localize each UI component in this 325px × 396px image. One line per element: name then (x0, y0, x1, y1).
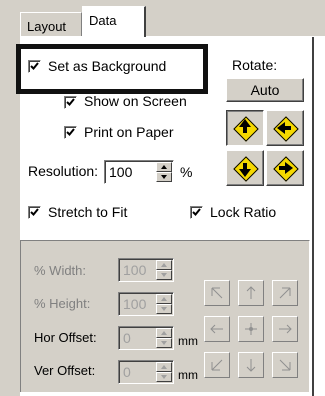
height-spinner[interactable] (156, 294, 172, 314)
resolution-unit: % (180, 164, 193, 180)
arrow-se-icon (279, 359, 291, 371)
print-on-paper-label: Print on Paper (84, 124, 174, 140)
tab-data-label: Data (89, 13, 117, 28)
align-bottom-button[interactable] (238, 352, 264, 378)
align-top-right-button[interactable] (272, 280, 298, 306)
arrow-ne-icon (279, 287, 291, 299)
ver-offset-value: 0 (123, 364, 131, 380)
ver-offset-label: Ver Offset: (34, 363, 96, 378)
rotate-right-icon (279, 162, 293, 174)
rotate-right-button[interactable] (266, 150, 304, 186)
resolution-label: Resolution: (28, 163, 99, 179)
hor-offset-label: Hor Offset: (34, 330, 97, 345)
tab-layout-label: Layout (27, 19, 67, 34)
rotate-up-icon (239, 119, 251, 133)
spin-down-icon[interactable] (156, 338, 172, 348)
align-bottom-right-button[interactable] (272, 352, 298, 378)
resolution-spinner[interactable] (156, 162, 172, 182)
align-right-button[interactable] (272, 316, 298, 342)
show-on-screen-label: Show on Screen (84, 93, 187, 109)
ver-offset-spinner[interactable] (156, 362, 172, 382)
arrow-nw-icon (211, 287, 223, 299)
hor-offset-spinner[interactable] (156, 328, 172, 348)
hor-offset-unit: mm (178, 334, 198, 348)
ver-offset-input[interactable]: 0 (118, 360, 174, 384)
check-icon (192, 208, 201, 216)
arrow-s-icon (246, 359, 256, 372)
hor-offset-value: 0 (123, 330, 131, 346)
resolution-input[interactable]: 100 (104, 160, 174, 184)
rotate-left-icon (277, 122, 291, 134)
print-on-paper-checkbox[interactable] (64, 126, 77, 139)
align-center-button[interactable] (238, 316, 264, 342)
tab-layout[interactable]: Layout (20, 12, 82, 36)
resolution-value: 100 (109, 164, 133, 180)
stretch-to-fit-checkbox[interactable] (28, 206, 41, 219)
align-top-left-button[interactable] (204, 280, 230, 306)
arrow-w-icon (210, 324, 223, 334)
spin-up-icon[interactable] (156, 328, 172, 338)
show-on-screen-checkbox[interactable] (64, 96, 77, 109)
align-bottom-left-button[interactable] (204, 352, 230, 378)
rotate-down-icon (239, 163, 251, 177)
width-value: 100 (123, 262, 147, 278)
arrow-e-icon (279, 324, 292, 334)
tab-data[interactable]: Data (82, 6, 146, 37)
lock-ratio-label: Lock Ratio (210, 204, 277, 220)
width-input[interactable]: 100 (118, 258, 174, 282)
highlight-box (16, 44, 208, 94)
width-label: % Width: (34, 263, 87, 278)
rotate-auto-button[interactable]: Auto (226, 78, 304, 102)
spin-up-icon[interactable] (156, 162, 172, 172)
rotate-label: Rotate: (232, 57, 278, 73)
align-top-button[interactable] (238, 280, 264, 306)
height-label: % Height: (34, 296, 91, 311)
check-icon (66, 98, 75, 106)
panel-right-edge (312, 37, 314, 396)
center-icon (245, 323, 257, 335)
rotate-down-button[interactable] (226, 150, 264, 186)
spin-down-icon[interactable] (156, 372, 172, 382)
arrow-sw-icon (211, 359, 223, 371)
width-spinner[interactable] (156, 260, 172, 280)
rotate-left-button[interactable] (266, 110, 304, 146)
spin-up-icon[interactable] (156, 294, 172, 304)
height-value: 100 (123, 296, 147, 312)
spin-down-icon[interactable] (156, 172, 172, 182)
tab-strip: Layout Data (0, 0, 325, 37)
height-input[interactable]: 100 (118, 292, 174, 316)
rotate-auto-label: Auto (250, 82, 280, 98)
arrow-n-icon (246, 286, 256, 299)
align-left-button[interactable] (204, 316, 230, 342)
lock-ratio-checkbox[interactable] (190, 206, 203, 219)
spin-down-icon[interactable] (156, 304, 172, 314)
check-icon (30, 208, 39, 216)
rotate-up-button[interactable] (226, 110, 264, 146)
spin-down-icon[interactable] (156, 270, 172, 280)
spin-up-icon[interactable] (156, 260, 172, 270)
hor-offset-input[interactable]: 0 (118, 326, 174, 350)
stretch-to-fit-label: Stretch to Fit (48, 204, 128, 220)
check-icon (66, 128, 75, 136)
spin-up-icon[interactable] (156, 362, 172, 372)
ver-offset-unit: mm (178, 368, 198, 382)
